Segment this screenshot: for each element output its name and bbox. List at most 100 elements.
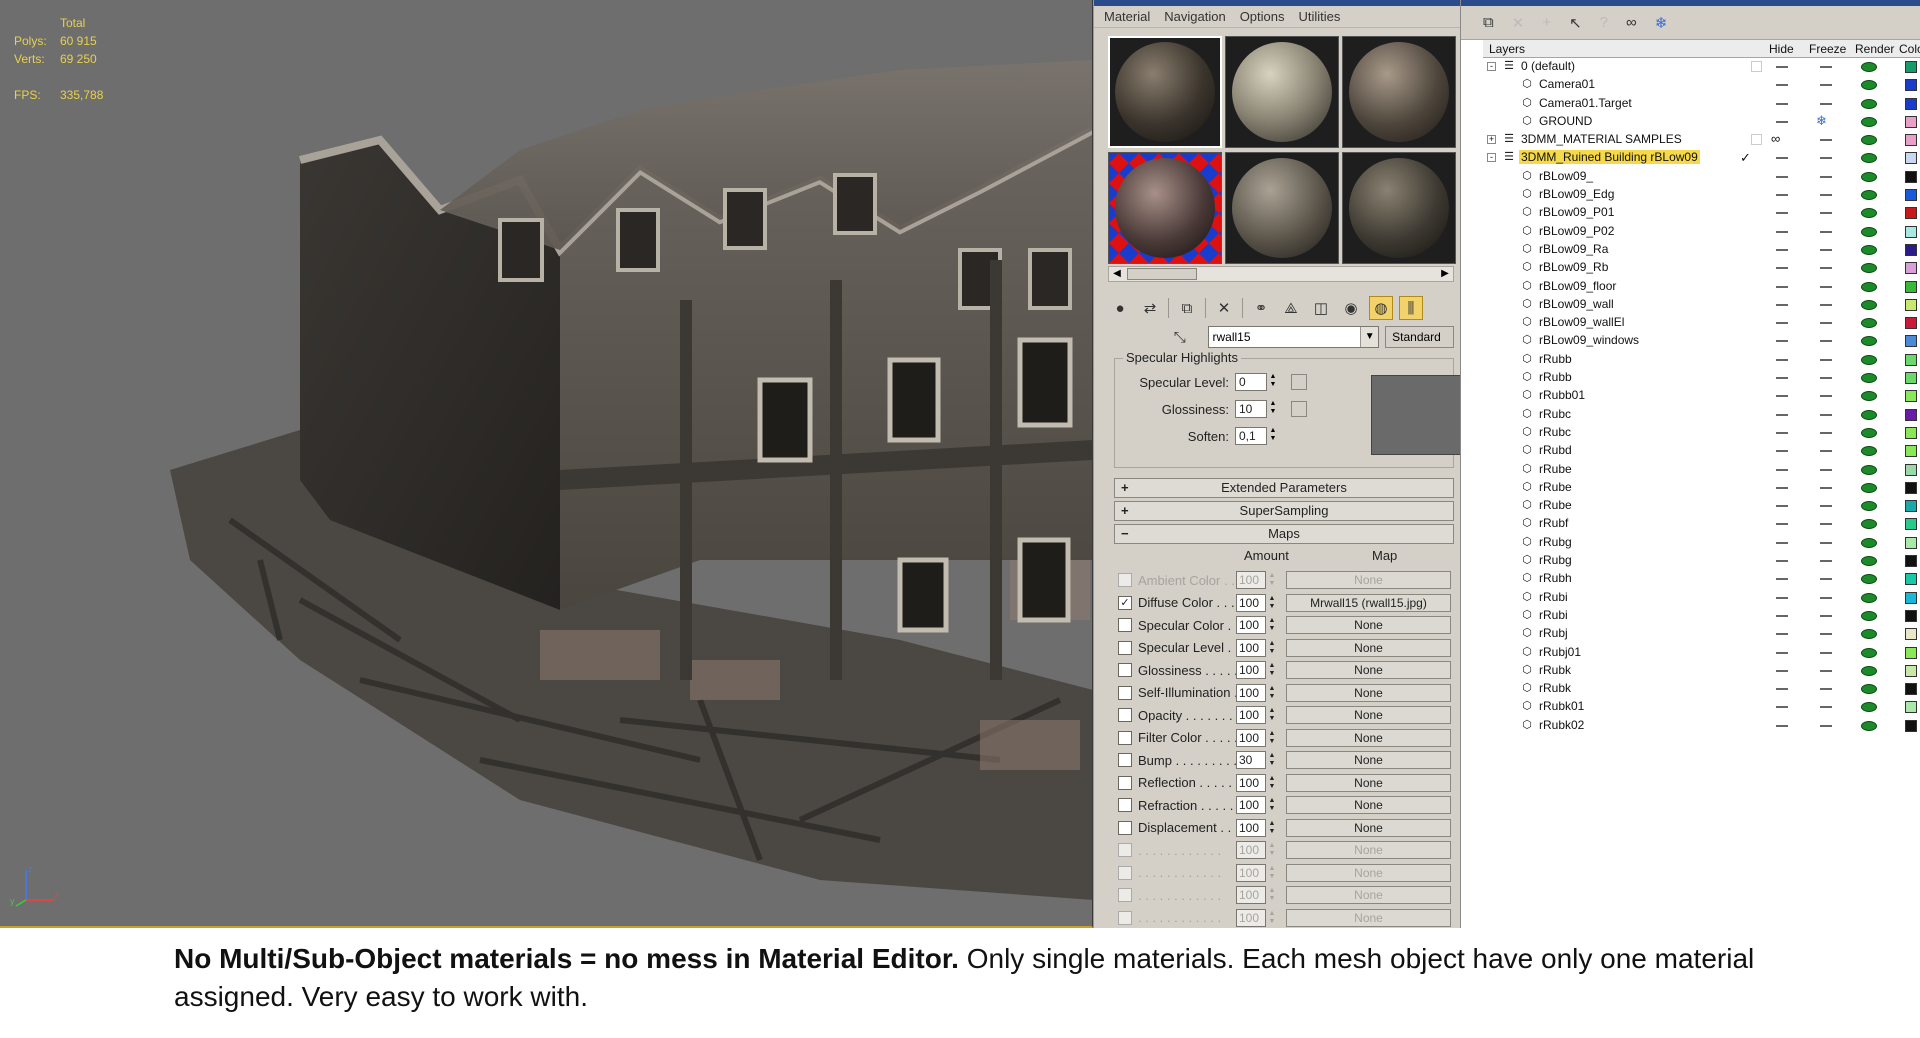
map-amount-input[interactable]: 100 [1236,661,1266,679]
freeze-toggle[interactable] [1820,230,1832,233]
map-slot-button[interactable]: None [1286,616,1451,634]
select-layer-icon[interactable]: ? [1600,14,1608,31]
layer-name[interactable]: 3DMM_Ruined Building rBLow09 [1519,150,1700,165]
map-amount-input[interactable]: 100 [1236,863,1266,882]
expand-icon[interactable]: + [1487,135,1496,145]
freeze-toggle[interactable] [1820,450,1832,453]
object-name[interactable]: rRube [1537,480,1574,494]
render-teapot-icon[interactable] [1861,446,1877,457]
material-effects-icon[interactable]: ⟁ [1279,296,1303,320]
spinner-icon[interactable]: ▲ ▼ [1266,775,1278,791]
object-name[interactable]: rBLow09_Edg [1537,187,1616,201]
freeze-toggle[interactable] [1820,413,1832,416]
soften-input[interactable]: 0,1 [1235,427,1267,445]
map-enable-checkbox[interactable] [1118,685,1132,700]
map-amount-input[interactable]: 100 [1236,773,1266,792]
render-teapot-icon[interactable] [1861,135,1877,146]
layer-color-swatch[interactable] [1905,591,1917,604]
freeze-toggle[interactable] [1820,322,1832,325]
render-teapot-icon[interactable] [1861,519,1877,530]
layer-color-swatch[interactable] [1905,152,1917,165]
layer-color-swatch[interactable] [1905,262,1917,275]
hide-toggle[interactable] [1776,285,1788,288]
map-enable-checkbox[interactable] [1118,843,1132,857]
object-name[interactable]: rRubj01 [1537,645,1583,659]
scroll-right-icon[interactable]: ▶ [1437,267,1453,281]
hide-toggle[interactable] [1776,340,1788,343]
spinner-icon[interactable]: ▲ ▼ [1267,400,1279,418]
hide-toggle[interactable] [1776,212,1788,215]
menu-material[interactable]: Material [1104,9,1150,24]
freeze-header[interactable]: Freeze [1809,42,1846,56]
spinner-icon[interactable]: ▲ ▼ [1266,730,1278,746]
render-teapot-icon[interactable] [1861,464,1877,475]
freeze-toggle[interactable] [1820,358,1832,361]
layer-color-swatch[interactable] [1905,207,1917,220]
map-enable-checkbox[interactable] [1118,888,1132,902]
object-row[interactable]: ⬡ rRubk [1483,662,1920,680]
freeze-toggle[interactable] [1820,688,1832,691]
show-end-result-icon[interactable]: ◉ [1339,296,1363,320]
object-name[interactable]: rBLow09_wallEl [1537,315,1626,329]
layer-color-swatch[interactable] [1905,335,1917,348]
map-slot-button[interactable]: None [1286,841,1451,859]
hide-toggle[interactable] [1776,651,1788,654]
hide-header[interactable]: Hide [1769,42,1794,56]
map-slot-button[interactable]: None [1286,683,1451,702]
object-row[interactable]: ⬡ GROUND ❄ [1483,113,1920,131]
object-name[interactable]: rRubh [1537,571,1574,585]
render-teapot-icon[interactable] [1861,226,1877,237]
pick-material-icon[interactable]: ⤡ [1168,325,1192,349]
map-slot-button[interactable]: None [1286,728,1451,747]
object-row[interactable]: ⬡ rRubc [1483,424,1920,442]
menu-utilities[interactable]: Utilities [1299,9,1341,24]
map-amount-input[interactable]: 100 [1236,683,1266,702]
material-type-button[interactable]: Standard [1385,326,1454,348]
object-row[interactable]: ⬡ rRubj01 [1483,644,1920,662]
render-teapot-icon[interactable] [1861,391,1877,402]
layer-color-swatch[interactable] [1905,298,1917,311]
object-row[interactable]: ⬡ rRubb01 [1483,387,1920,405]
freeze-toggle[interactable] [1820,614,1832,617]
layer-color-swatch[interactable] [1905,115,1917,128]
freeze-toggle[interactable] [1820,669,1832,672]
hide-toggle[interactable] [1776,120,1788,123]
scrollbar-thumb[interactable] [1127,268,1197,280]
freeze-toggle[interactable] [1820,285,1832,288]
hide-toggle[interactable] [1776,614,1788,617]
spinner-icon[interactable]: ▲ ▼ [1266,617,1278,633]
object-name[interactable]: rRubk [1537,681,1573,695]
object-name[interactable]: rBLow09_Rb [1537,260,1610,274]
layer-color-swatch[interactable] [1905,97,1917,110]
menu-options[interactable]: Options [1240,9,1285,24]
render-teapot-icon[interactable] [1861,702,1877,713]
go-to-parent-icon[interactable]: ⫼ [1399,296,1423,320]
hide-toggle[interactable] [1776,413,1788,416]
hide-toggle[interactable] [1776,303,1788,306]
layer-color-swatch[interactable] [1905,79,1917,92]
object-row[interactable]: ⬡ rRubf [1483,515,1920,533]
layers-header[interactable]: Layers [1489,42,1525,56]
object-name[interactable]: rRube [1537,498,1574,512]
map-enable-checkbox[interactable] [1118,618,1132,632]
freeze-toggle[interactable] [1820,248,1832,251]
render-teapot-icon[interactable] [1861,116,1877,127]
specular-level-input[interactable]: 0 [1235,373,1267,391]
collapse-icon[interactable]: - [1487,62,1496,71]
map-enable-checkbox[interactable] [1118,730,1132,745]
layer-color-swatch[interactable] [1905,372,1917,385]
freeze-toggle[interactable] [1820,303,1832,306]
layer-row[interactable]: - ☰ 0 (default) [1483,58,1920,76]
freeze-toggle[interactable] [1820,505,1832,508]
select-objects-icon[interactable]: ↖ [1569,14,1582,32]
add-to-layer-icon[interactable]: + [1542,14,1551,31]
render-teapot-icon[interactable] [1861,318,1877,329]
object-row[interactable]: ⬡ rRubg [1483,552,1920,570]
render-teapot-icon[interactable] [1861,80,1877,91]
map-amount-input[interactable]: 100 [1236,908,1266,927]
render-teapot-icon[interactable] [1861,574,1877,585]
render-teapot-icon[interactable] [1861,281,1877,292]
map-enable-checkbox[interactable]: ✓ [1118,595,1132,610]
layer-color-swatch[interactable] [1905,646,1917,659]
object-row[interactable]: ⬡ rRubi [1483,607,1920,625]
